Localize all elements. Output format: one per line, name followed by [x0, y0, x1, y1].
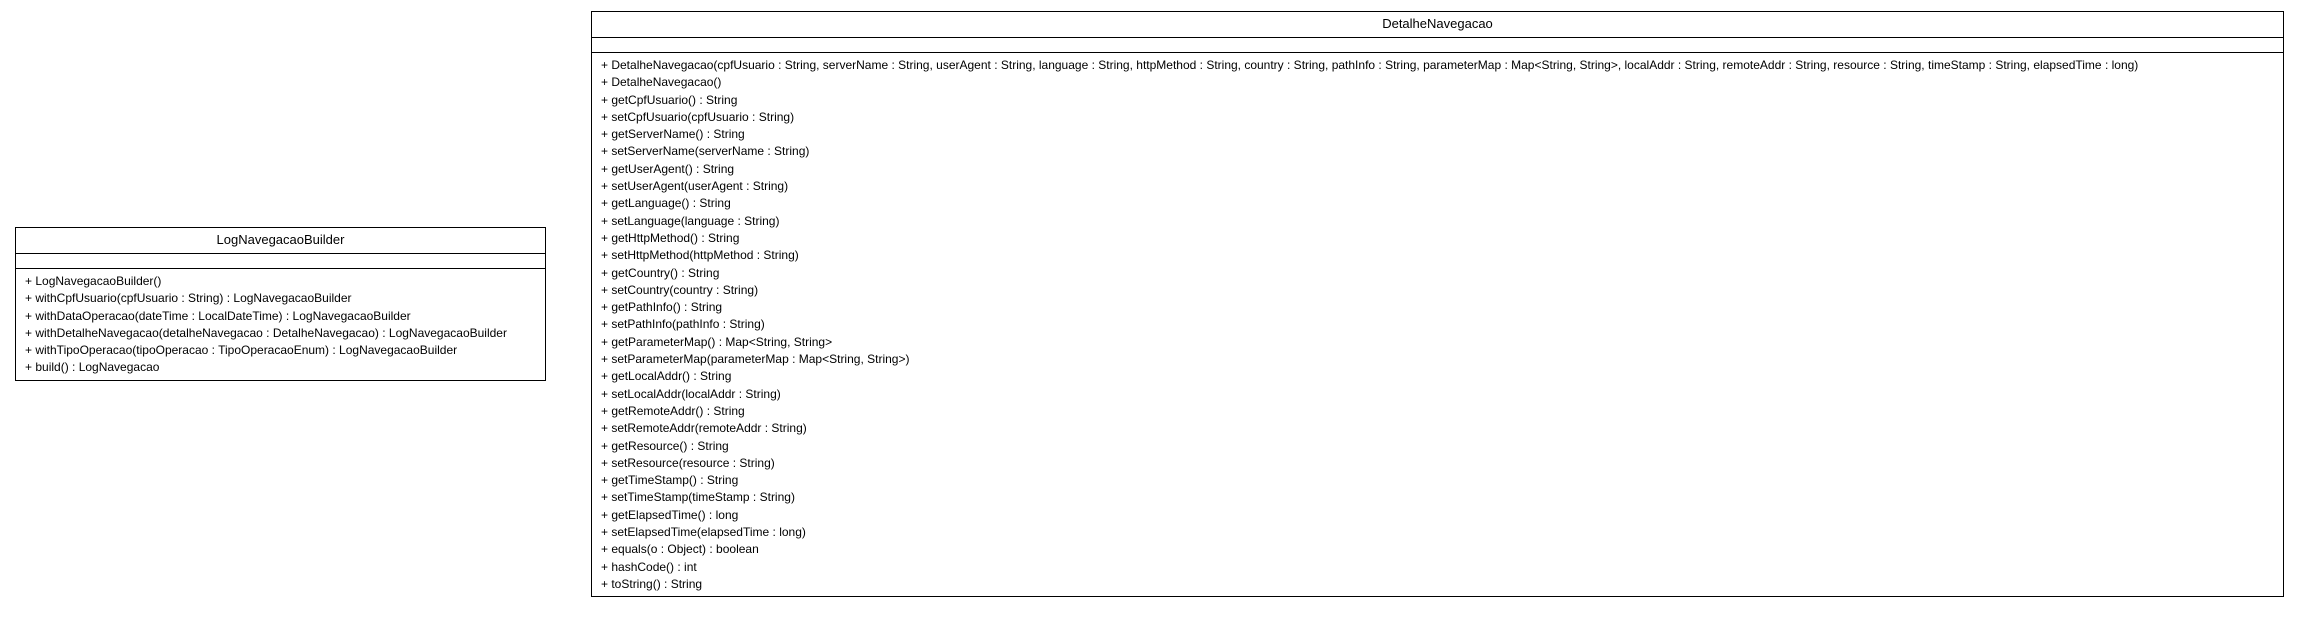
operation-row: + setUserAgent(userAgent : String) — [601, 179, 789, 194]
operation-row: + toString() : String — [601, 576, 703, 591]
operation-row: + equals(o : Object) : boolean — [601, 542, 759, 557]
operation-row: + setCpfUsuario(cpfUsuario : String) — [601, 109, 795, 124]
operation-row: + setTimeStamp(timeStamp : String) — [601, 490, 795, 505]
operation-row: + setCountry(country : String) — [601, 282, 759, 297]
operation-row: + getCountry() : String — [601, 265, 720, 280]
attributes-compartment — [592, 38, 2283, 53]
operation-row: + withDataOperacao(dateTime : LocalDateT… — [25, 308, 411, 323]
operation-row: + withTipoOperacao(tipoOperacao : TipoOp… — [25, 343, 458, 358]
operation-row: + setRemoteAddr(remoteAddr : String) — [601, 421, 807, 436]
operation-row: + setParameterMap(parameterMap : Map<Str… — [601, 352, 910, 367]
operation-row: + hashCode() : int — [601, 559, 697, 574]
operation-row: + setResource(resource : String) — [601, 455, 775, 470]
operation-row: + getPathInfo() : String — [601, 300, 723, 315]
class-box-detalhenavegacao: DetalheNavegacao + DetalheNavegacao(cpfU… — [591, 11, 2284, 598]
operation-row: + DetalheNavegacao(cpfUsuario : String, … — [601, 58, 2139, 72]
operation-row: + DetalheNavegacao() — [601, 75, 722, 90]
operation-row: + getLocalAddr() : String — [601, 369, 732, 384]
attributes-compartment — [16, 254, 545, 269]
operations-compartment: + LogNavegacaoBuilder() + withCpfUsuario(… — [16, 269, 545, 380]
class-name: DetalheNavegacao — [592, 12, 2283, 38]
operation-row: + withDetalheNavegacao(detalheNavegacao … — [25, 325, 507, 340]
operation-row: + build() : LogNavegacao — [25, 360, 160, 375]
operation-row: + setElapsedTime(elapsedTime : long) — [601, 525, 806, 540]
operation-row: + getHttpMethod() : String — [601, 230, 740, 245]
operation-row: + getRemoteAddr() : String — [601, 403, 745, 418]
operation-row: + setServerName(serverName : String) — [601, 144, 810, 159]
operation-row: + getLanguage() : String — [601, 196, 731, 211]
operation-row: + getUserAgent() : String — [601, 161, 735, 176]
operation-row: + setLanguage(language : String) — [601, 213, 780, 228]
operation-row: + setPathInfo(pathInfo : String) — [601, 317, 765, 332]
operation-row: + getParameterMap() : Map<String, String… — [601, 334, 833, 349]
class-box-lognavegacaobuilder: LogNavegacaoBuilder + LogNavegacaoBuilde… — [15, 227, 546, 381]
operation-row: + setLocalAddr(localAddr : String) — [601, 386, 781, 401]
operation-row: + getTimeStamp() : String — [601, 473, 739, 488]
operation-row: + getCpfUsuario() : String — [601, 92, 738, 107]
operations-compartment: + DetalheNavegacao(cpfUsuario : String, … — [592, 53, 2283, 596]
operation-row: + getElapsedTime() : long — [601, 507, 739, 522]
operation-row: + getResource() : String — [601, 438, 729, 453]
operation-row: + getServerName() : String — [601, 127, 745, 142]
class-name: LogNavegacaoBuilder — [16, 228, 545, 254]
operation-row: + setHttpMethod(httpMethod : String) — [601, 248, 799, 263]
operation-row: + LogNavegacaoBuilder() — [25, 274, 162, 288]
operation-row: + withCpfUsuario(cpfUsuario : String) : … — [25, 291, 352, 306]
